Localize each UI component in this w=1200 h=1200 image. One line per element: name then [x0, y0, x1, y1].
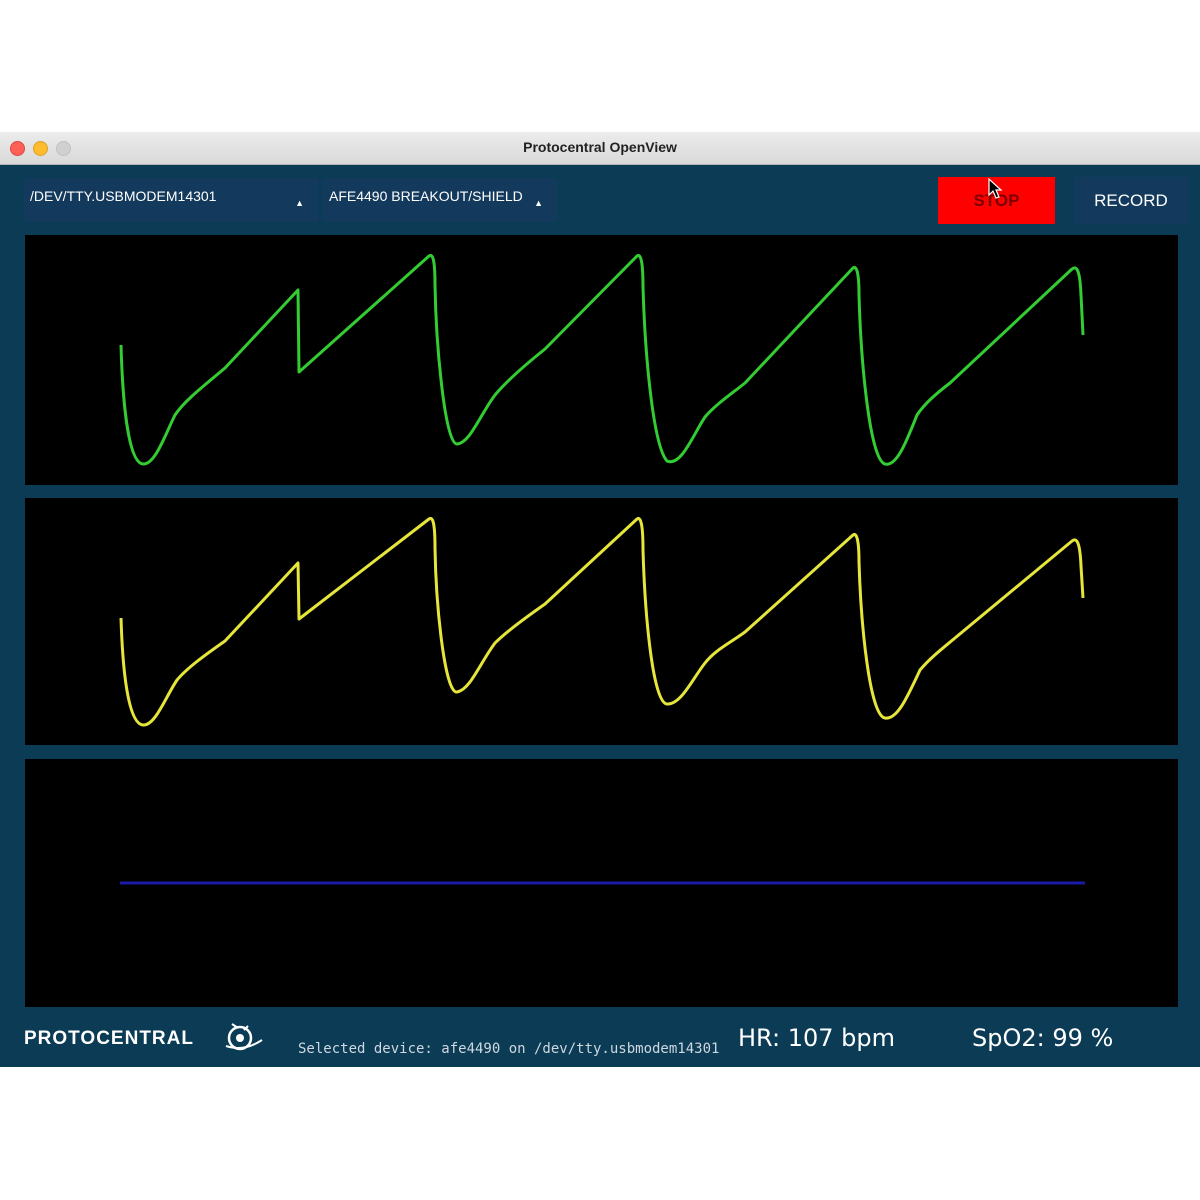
ppg-red-plot: [25, 498, 1178, 745]
spo2-readout: SpO2: 99 %: [972, 1024, 1114, 1052]
record-button[interactable]: RECORD: [1074, 177, 1188, 224]
serial-port-select[interactable]: /DEV/TTY.USBMODEM14301 ▲: [24, 178, 318, 222]
board-value: AFE4490 BREAKOUT/SHIELD: [329, 188, 523, 204]
ppg-red-trace: [119, 516, 1085, 727]
ppg-ir-plot: [25, 235, 1178, 485]
board-select[interactable]: AFE4490 BREAKOUT/SHIELD ▲: [323, 178, 557, 222]
cursor-icon: [988, 178, 1003, 199]
ppg-ir-trace: [119, 253, 1085, 466]
heart-rate-readout: HR: 107 bpm: [738, 1024, 895, 1052]
selected-device-status: Selected device: afe4490 on /dev/tty.usb…: [298, 1041, 720, 1057]
title-bar: Protocentral OpenView: [0, 132, 1200, 165]
dropdown-arrow-icon: ▲: [295, 198, 304, 208]
protocentral-logo-text: PROTOCENTRAL: [24, 1028, 194, 1049]
serial-port-value: /DEV/TTY.USBMODEM14301: [30, 188, 217, 204]
protocentral-logo-icon: [225, 1023, 263, 1051]
dropdown-arrow-icon: ▲: [534, 198, 543, 208]
respiration-plot: [25, 759, 1178, 1007]
window-title: Protocentral OpenView: [523, 139, 677, 155]
app-window: Protocentral OpenView /DEV/TTY.USBMODEM1…: [0, 132, 1200, 1067]
